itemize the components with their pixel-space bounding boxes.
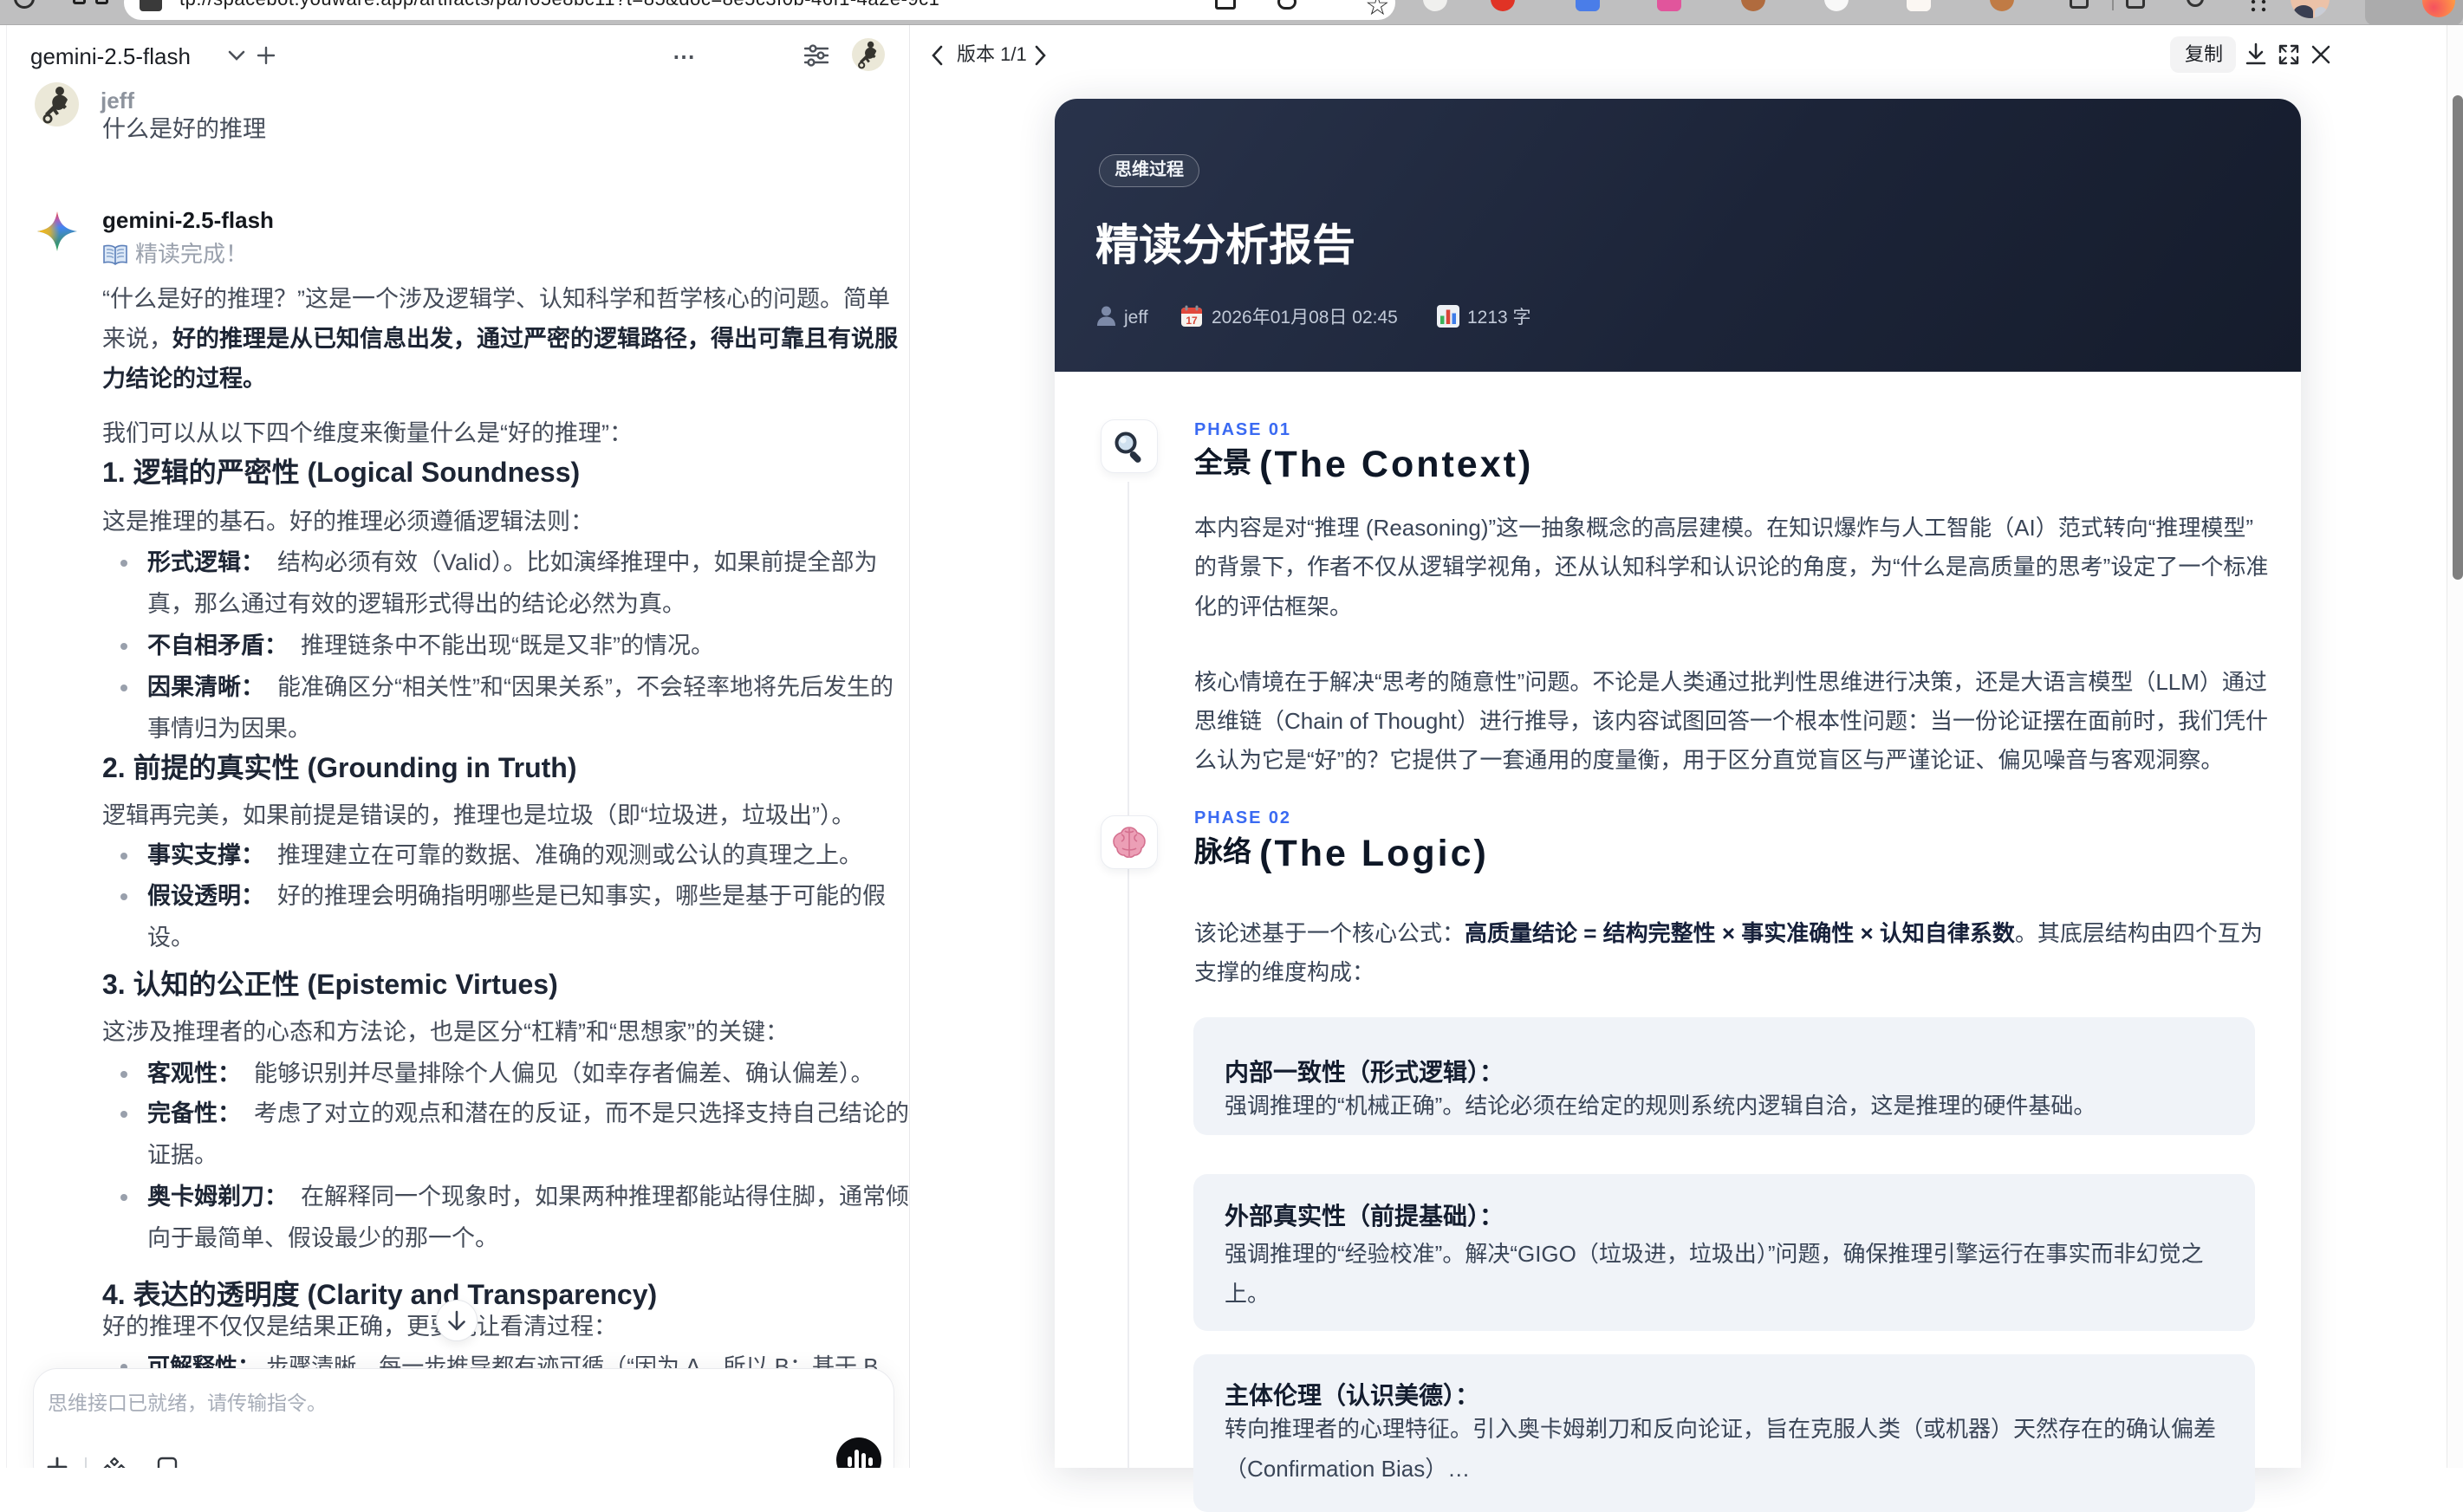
svg-text:17: 17 <box>1186 315 1198 327</box>
